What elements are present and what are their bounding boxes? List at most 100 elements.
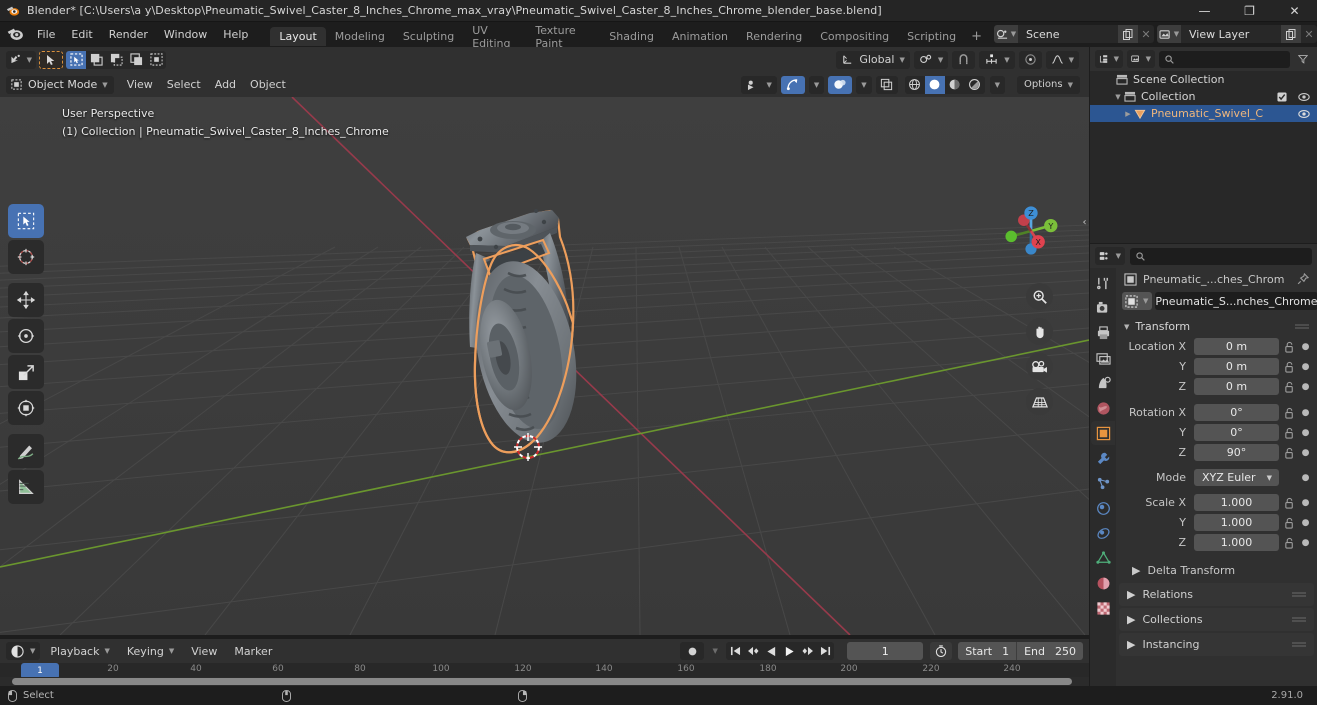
visibility-selector[interactable]: ▼ bbox=[741, 75, 777, 94]
select-extend-icon[interactable] bbox=[86, 51, 106, 69]
remove-scene-button[interactable]: ✕ bbox=[1138, 25, 1154, 43]
outliner-row-scene-collection[interactable]: Scene Collection bbox=[1090, 71, 1317, 88]
jump-to-next-keyframe-button[interactable] bbox=[798, 642, 816, 660]
solid-shading-icon[interactable] bbox=[924, 75, 945, 94]
show-overlays-toggle[interactable] bbox=[828, 75, 853, 94]
view-layer-name[interactable]: View Layer bbox=[1181, 25, 1281, 43]
timeline-horizontal-scrollbar[interactable] bbox=[0, 677, 1089, 686]
perspective-grid-icon[interactable] bbox=[1026, 388, 1053, 415]
tab-layout[interactable]: Layout bbox=[270, 27, 326, 46]
sidebar-toggle-arrow-icon[interactable]: ‹ bbox=[1080, 214, 1089, 230]
gizmo-options-dropdown[interactable]: ▼ bbox=[808, 75, 825, 94]
rotation-x-field[interactable]: 0° bbox=[1194, 404, 1279, 421]
location-y-field[interactable]: 0 m bbox=[1194, 358, 1279, 375]
location-x-animate-dot[interactable]: ● bbox=[1300, 342, 1311, 352]
navigation-gizmo[interactable]: Y X Z bbox=[995, 195, 1067, 267]
material-icon[interactable] bbox=[1091, 571, 1115, 595]
jump-to-end-button[interactable] bbox=[816, 642, 834, 660]
tab-animation[interactable]: Animation bbox=[663, 27, 737, 46]
tab-compositing[interactable]: Compositing bbox=[811, 27, 898, 46]
blender-menu-icon[interactable] bbox=[6, 25, 24, 43]
menu-file[interactable]: File bbox=[29, 25, 63, 43]
new-scene-button[interactable] bbox=[1118, 25, 1138, 43]
viewport-menu-add[interactable]: Add bbox=[208, 76, 243, 94]
outliner-display-mode-selector[interactable]: ▼ bbox=[1127, 50, 1155, 68]
location-y-lock-icon[interactable] bbox=[1283, 361, 1296, 373]
remove-view-layer-button[interactable]: ✕ bbox=[1301, 25, 1317, 43]
scale-x-field[interactable]: 1.000 bbox=[1194, 494, 1279, 511]
particles-icon[interactable] bbox=[1091, 471, 1115, 495]
rotation-mode-select[interactable]: XYZ Euler ▼ bbox=[1194, 469, 1279, 486]
outliner-row-object[interactable]: ▶ Pneumatic_Swivel_C bbox=[1090, 105, 1317, 122]
use-preview-range-icon[interactable] bbox=[930, 642, 953, 660]
close-button[interactable]: ✕ bbox=[1272, 0, 1317, 22]
scene-selector[interactable]: ▼ Scene ✕ bbox=[994, 25, 1154, 43]
overlay-options-dropdown[interactable]: ▼ bbox=[856, 75, 872, 94]
viewport-menu-select[interactable]: Select bbox=[160, 76, 208, 94]
rotation-y-field[interactable]: 0° bbox=[1194, 424, 1279, 441]
menu-help[interactable]: Help bbox=[215, 25, 256, 43]
instancing-panel[interactable]: ▶ Instancing bbox=[1119, 633, 1314, 656]
texture-icon[interactable] bbox=[1091, 596, 1115, 620]
rotation-x-animate-dot[interactable]: ● bbox=[1300, 408, 1311, 418]
outliner-row-collection[interactable]: ▼ Collection bbox=[1090, 88, 1317, 105]
select-set-icon[interactable] bbox=[66, 50, 86, 69]
scale-z-animate-dot[interactable]: ● bbox=[1300, 538, 1311, 548]
tab-rendering[interactable]: Rendering bbox=[737, 27, 811, 46]
rotation-z-field[interactable]: 90° bbox=[1194, 444, 1279, 461]
cursor-tool[interactable] bbox=[8, 240, 44, 274]
location-x-field[interactable]: 0 m bbox=[1194, 338, 1279, 355]
camera-icon[interactable] bbox=[1026, 353, 1053, 380]
collection-checkbox[interactable] bbox=[1277, 91, 1287, 102]
location-x-lock-icon[interactable] bbox=[1283, 341, 1296, 353]
object-disclosure-triangle[interactable]: ▶ bbox=[1122, 110, 1134, 118]
snap-magnet-toggle[interactable] bbox=[952, 50, 976, 69]
auto-keying-toggle[interactable] bbox=[680, 642, 705, 660]
new-view-layer-button[interactable] bbox=[1281, 25, 1301, 43]
menu-render[interactable]: Render bbox=[101, 25, 156, 43]
show-gizmo-toggle[interactable] bbox=[780, 75, 805, 94]
auto-keying-options-dropdown[interactable]: ▼ bbox=[707, 647, 723, 655]
rotation-z-lock-icon[interactable] bbox=[1283, 447, 1296, 459]
current-frame-field[interactable]: 1 bbox=[847, 642, 924, 660]
scene-icon[interactable] bbox=[1091, 371, 1115, 395]
scale-y-animate-dot[interactable]: ● bbox=[1300, 518, 1311, 528]
viewport-options-button[interactable]: Options ▼ bbox=[1017, 75, 1080, 94]
scene-name[interactable]: Scene bbox=[1018, 25, 1118, 43]
measure-tool[interactable] bbox=[8, 470, 44, 504]
object-browse-icon[interactable]: ▼ bbox=[1122, 292, 1153, 310]
object-mode-selector[interactable]: Object Mode ▼ bbox=[6, 75, 114, 94]
relations-panel[interactable]: ▶ Relations bbox=[1119, 583, 1314, 606]
menu-window[interactable]: Window bbox=[156, 25, 215, 43]
properties-search-input[interactable] bbox=[1130, 247, 1312, 265]
scale-y-lock-icon[interactable] bbox=[1283, 517, 1296, 529]
jump-to-start-button[interactable] bbox=[726, 642, 744, 660]
proportional-editing-toggle[interactable] bbox=[1018, 50, 1042, 69]
scale-y-field[interactable]: 1.000 bbox=[1194, 514, 1279, 531]
tweak-tool-button[interactable] bbox=[39, 50, 63, 69]
jump-to-prev-keyframe-button[interactable] bbox=[744, 642, 762, 660]
tab-sculpting[interactable]: Sculpting bbox=[394, 27, 463, 46]
rendered-shading-icon[interactable] bbox=[965, 76, 985, 94]
end-frame-field[interactable]: End 250 bbox=[1016, 642, 1083, 660]
output-icon[interactable] bbox=[1091, 321, 1115, 345]
move-tool[interactable] bbox=[8, 283, 44, 317]
constraints-icon[interactable] bbox=[1091, 521, 1115, 545]
toggle-xray-button[interactable] bbox=[875, 75, 898, 94]
rotation-x-lock-icon[interactable] bbox=[1283, 407, 1296, 419]
timeline-menu-marker[interactable]: Marker bbox=[227, 642, 279, 660]
outliner-editor-type-icon[interactable]: ▼ bbox=[1095, 50, 1123, 68]
collections-panel[interactable]: ▶ Collections bbox=[1119, 608, 1314, 631]
timeline-editor-type-icon[interactable]: ▼ bbox=[6, 642, 41, 660]
object-icon[interactable] bbox=[1091, 421, 1115, 445]
rotation-z-animate-dot[interactable]: ● bbox=[1300, 448, 1311, 458]
physics-icon[interactable] bbox=[1091, 496, 1115, 520]
annotate-tool[interactable] bbox=[8, 434, 44, 468]
tab-scripting[interactable]: Scripting bbox=[898, 27, 965, 46]
world-icon[interactable] bbox=[1091, 396, 1115, 420]
scale-z-field[interactable]: 1.000 bbox=[1194, 534, 1279, 551]
play-reverse-button[interactable] bbox=[762, 642, 780, 660]
properties-editor-type-icon[interactable]: ▼ bbox=[1095, 247, 1125, 265]
view-layer-icon[interactable] bbox=[1091, 346, 1115, 370]
active-tool-icon[interactable]: ▼ bbox=[6, 50, 36, 69]
